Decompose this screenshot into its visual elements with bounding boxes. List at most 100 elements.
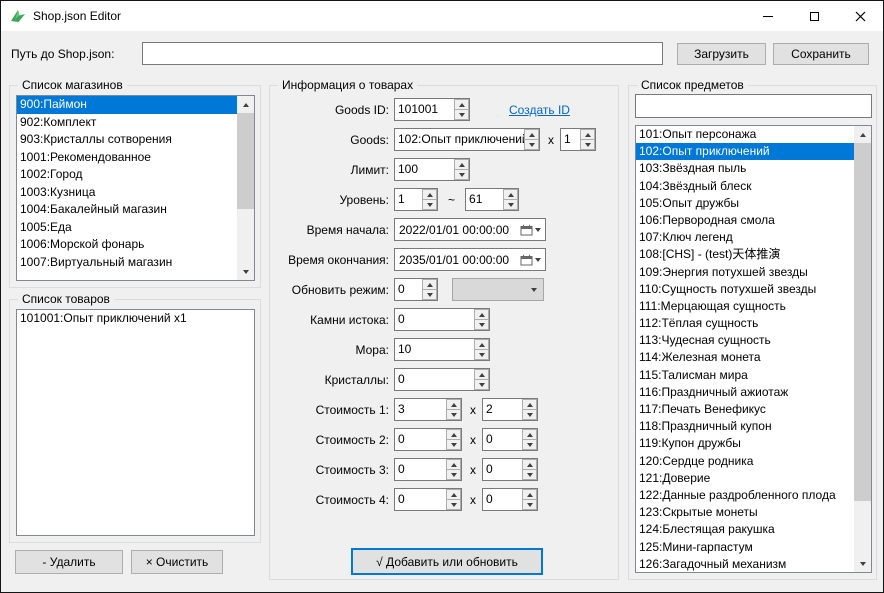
spin-down-button[interactable] bbox=[522, 500, 537, 510]
maximize-button[interactable] bbox=[791, 1, 837, 31]
begin-time-picker[interactable]: 2022/01/01 00:00:00 bbox=[394, 218, 546, 241]
list-item[interactable]: 1002:Город bbox=[17, 166, 237, 184]
cost2-count-spinner[interactable]: 0 bbox=[482, 428, 538, 451]
spin-down-button[interactable] bbox=[446, 440, 461, 450]
spin-down-button[interactable] bbox=[580, 140, 595, 150]
spin-up-button[interactable] bbox=[474, 309, 489, 320]
cost3-count-spinner[interactable]: 0 bbox=[482, 458, 538, 481]
list-item[interactable]: 121:Доверие bbox=[636, 470, 854, 487]
mora-spinner[interactable]: 10 bbox=[394, 338, 490, 361]
limit-spinner[interactable]: 100 bbox=[394, 158, 470, 181]
delete-button[interactable]: - Удалить bbox=[15, 550, 123, 574]
cost3-spinner[interactable]: 0 bbox=[394, 458, 462, 481]
spin-up-button[interactable] bbox=[522, 399, 537, 410]
spin-up-button[interactable] bbox=[503, 189, 518, 200]
list-item[interactable]: 111:Мерцающая сущность bbox=[636, 298, 854, 315]
items-scrollbar[interactable] bbox=[854, 126, 871, 572]
list-item[interactable]: 101001:Опыт приключений x1 bbox=[17, 310, 254, 327]
list-item[interactable]: 105:Опыт дружбы bbox=[636, 195, 854, 212]
items-search-input[interactable] bbox=[635, 94, 872, 118]
spin-up-button[interactable] bbox=[524, 129, 539, 140]
spin-up-button[interactable] bbox=[522, 489, 537, 500]
list-item[interactable]: 1005:Еда bbox=[17, 219, 237, 237]
spin-up-button[interactable] bbox=[422, 189, 437, 200]
clear-button[interactable]: × Очистить bbox=[131, 550, 223, 574]
add-or-update-button[interactable]: √ Добавить или обновить bbox=[351, 548, 543, 575]
list-item[interactable]: 124:Блестящая ракушка bbox=[636, 521, 854, 538]
spin-down-button[interactable] bbox=[446, 470, 461, 480]
spin-up-button[interactable] bbox=[422, 279, 437, 290]
list-item[interactable]: 1004:Бакалейный магазин bbox=[17, 201, 237, 219]
list-item[interactable]: 902:Комплект bbox=[17, 114, 237, 132]
goods-spinner[interactable]: 102:Опыт приключений bbox=[394, 128, 540, 151]
spin-down-button[interactable] bbox=[503, 200, 518, 210]
spin-up-button[interactable] bbox=[446, 399, 461, 410]
spin-down-button[interactable] bbox=[522, 410, 537, 420]
refresh-mode-combobox[interactable] bbox=[452, 278, 544, 301]
list-item[interactable]: 1003:Кузница bbox=[17, 184, 237, 202]
list-item[interactable]: 118:Праздничный купон bbox=[636, 418, 854, 435]
create-id-link[interactable]: Создать ID bbox=[509, 103, 570, 117]
spin-down-button[interactable] bbox=[522, 470, 537, 480]
cost1-spinner[interactable]: 3 bbox=[394, 398, 462, 421]
cost4-count-spinner[interactable]: 0 bbox=[482, 488, 538, 511]
list-item[interactable]: 102:Опыт приключений bbox=[636, 143, 854, 160]
spin-down-button[interactable] bbox=[474, 320, 489, 330]
spin-down-button[interactable] bbox=[522, 440, 537, 450]
spin-up-button[interactable] bbox=[522, 429, 537, 440]
scroll-down-button[interactable] bbox=[854, 555, 871, 572]
list-item[interactable]: 109:Энергия потухшей звезды bbox=[636, 264, 854, 281]
list-item[interactable]: 123:Скрытые монеты bbox=[636, 504, 854, 521]
list-item[interactable]: 122:Данные раздробленного плода bbox=[636, 487, 854, 504]
primogems-spinner[interactable]: 0 bbox=[394, 308, 490, 331]
list-item[interactable]: 116:Праздничный ажиотаж bbox=[636, 384, 854, 401]
load-button[interactable]: Загрузить bbox=[677, 43, 766, 65]
spin-up-button[interactable] bbox=[446, 489, 461, 500]
spin-up-button[interactable] bbox=[474, 339, 489, 350]
end-time-picker[interactable]: 2035/01/01 00:00:00 bbox=[394, 248, 546, 271]
minimize-button[interactable] bbox=[745, 1, 791, 31]
list-item[interactable]: 107:Ключ легенд bbox=[636, 229, 854, 246]
refresh-mode-combo-button[interactable] bbox=[525, 288, 543, 292]
list-item[interactable]: 900:Паймон bbox=[17, 96, 237, 114]
level-max-spinner[interactable]: 61 bbox=[465, 188, 519, 211]
cost2-spinner[interactable]: 0 bbox=[394, 428, 462, 451]
list-item[interactable]: 1001:Рекомендованное bbox=[17, 149, 237, 167]
begin-time-dropdown-button[interactable] bbox=[515, 219, 545, 240]
goods-id-spinner[interactable]: 101001 bbox=[394, 98, 470, 121]
spin-down-button[interactable] bbox=[524, 140, 539, 150]
spin-down-button[interactable] bbox=[446, 500, 461, 510]
cost4-spinner[interactable]: 0 bbox=[394, 488, 462, 511]
list-item[interactable]: 903:Кристаллы сотворения bbox=[17, 131, 237, 149]
save-button[interactable]: Сохранить bbox=[773, 43, 869, 65]
scroll-up-button[interactable] bbox=[237, 96, 254, 113]
close-button[interactable] bbox=[837, 1, 883, 31]
level-min-spinner[interactable]: 1 bbox=[394, 188, 438, 211]
list-item[interactable]: 101:Опыт персонажа bbox=[636, 126, 854, 143]
scroll-thumb[interactable] bbox=[854, 143, 871, 501]
spin-up-button[interactable] bbox=[474, 369, 489, 380]
list-item[interactable]: 110:Сущность потухшей звезды bbox=[636, 281, 854, 298]
crystals-spinner[interactable]: 0 bbox=[394, 368, 490, 391]
spin-up-button[interactable] bbox=[446, 459, 461, 470]
list-item[interactable]: 104:Звёздный блеск bbox=[636, 178, 854, 195]
list-item[interactable]: 1006:Морской фонарь bbox=[17, 236, 237, 254]
scroll-down-button[interactable] bbox=[237, 263, 254, 280]
spin-down-button[interactable] bbox=[454, 110, 469, 120]
spin-down-button[interactable] bbox=[454, 170, 469, 180]
list-item[interactable]: 106:Первородная смола bbox=[636, 212, 854, 229]
spin-up-button[interactable] bbox=[454, 159, 469, 170]
spin-down-button[interactable] bbox=[474, 350, 489, 360]
list-item[interactable]: 1007:Виртуальный магазин bbox=[17, 254, 237, 272]
spin-up-button[interactable] bbox=[580, 129, 595, 140]
scroll-up-button[interactable] bbox=[854, 126, 871, 143]
spin-down-button[interactable] bbox=[474, 380, 489, 390]
list-item[interactable]: 103:Звёздная пыль bbox=[636, 160, 854, 177]
list-item[interactable]: 115:Талисман мира bbox=[636, 367, 854, 384]
scroll-track[interactable] bbox=[854, 143, 871, 555]
spin-up-button[interactable] bbox=[446, 429, 461, 440]
cost1-count-spinner[interactable]: 2 bbox=[482, 398, 538, 421]
spin-down-button[interactable] bbox=[422, 200, 437, 210]
list-item[interactable]: 117:Печать Венефикус bbox=[636, 401, 854, 418]
list-item[interactable]: 120:Сердце родника bbox=[636, 453, 854, 470]
